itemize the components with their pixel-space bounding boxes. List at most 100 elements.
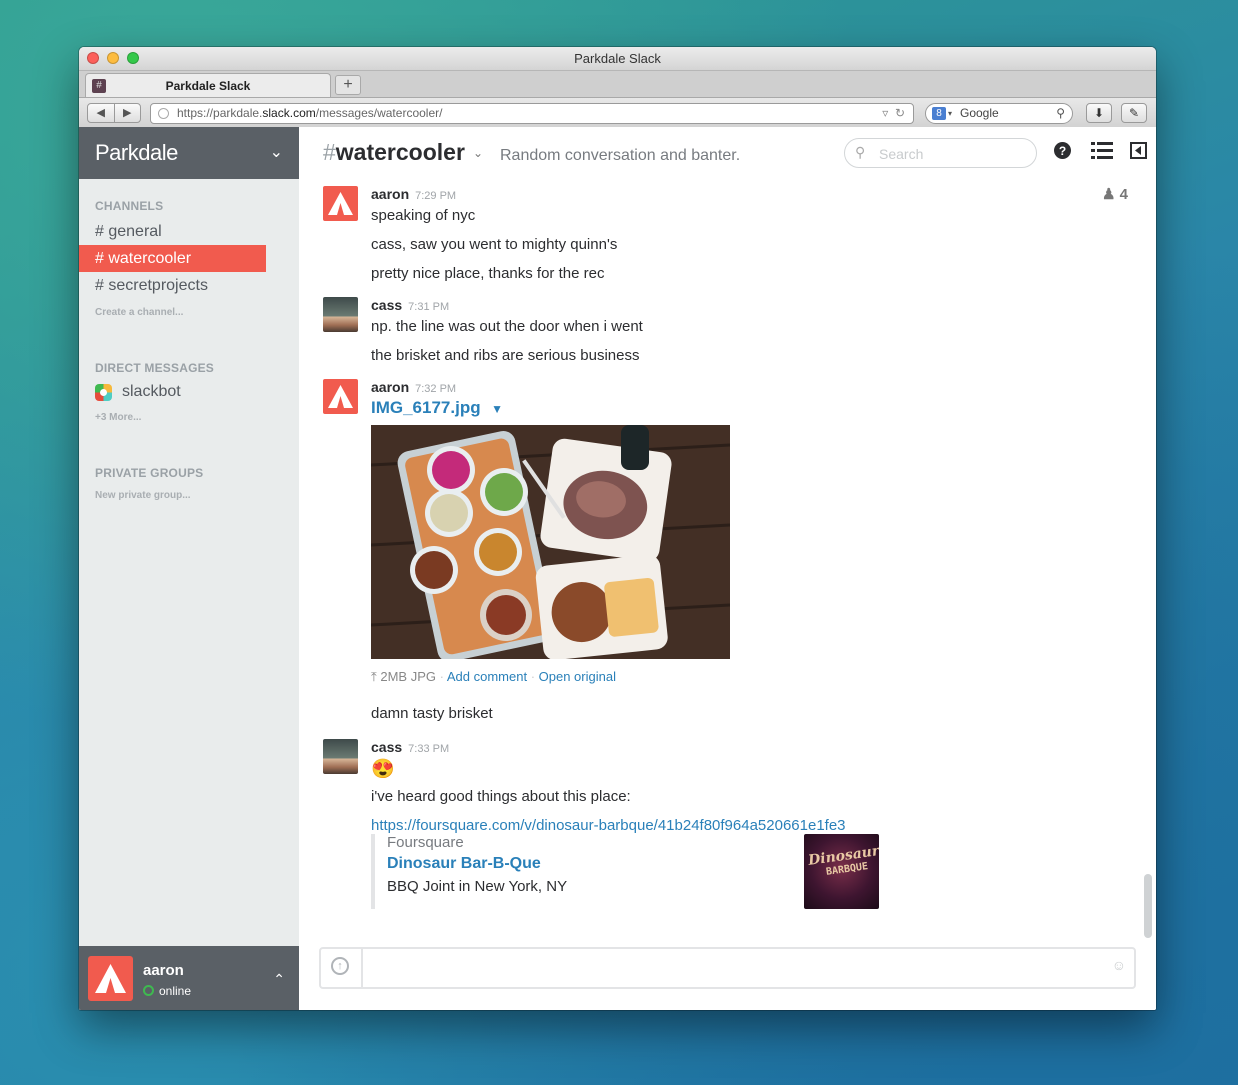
address-bar[interactable]: https://parkdale.slack.com/messages/wate… [150,103,914,124]
message-time[interactable]: 7:32 PM [415,383,456,395]
status-label: online [159,984,192,998]
private-groups-title[interactable]: PRIVATE GROUPS [79,466,203,480]
channel-list: # general # watercooler # secretprojects [79,218,266,299]
wrench-icon: ✎ [1128,106,1140,120]
svg-text:?: ? [1059,144,1066,158]
reload-icon[interactable]: ↻ [895,106,905,120]
sidebar-item-slackbot[interactable]: slackbot [79,379,181,405]
navigation-bar: ◀ ▶ https://parkdale.slack.com/messages/… [79,98,1156,129]
main-panel: #watercooler ⌄ Random conversation and b… [299,127,1156,1010]
downloads-button[interactable]: ⬇ [1086,103,1112,123]
channels-title[interactable]: CHANNELS [79,199,163,213]
browser-search-field[interactable]: 8 ▾ Google ⚲ [925,103,1073,124]
sidebar-item-secretprojects[interactable]: # secretprojects [79,272,266,299]
url-actions: ▿ ↻ [882,104,905,123]
help-icon[interactable]: ? [1054,142,1071,164]
channel-hash: # [323,139,336,165]
file-image-preview[interactable] [370,425,731,662]
nav-buttons: ◀ ▶ [87,103,141,123]
browser-window: Parkdale Slack # Parkdale Slack + ◀ ▶ ht… [79,47,1156,1010]
channel-purpose: Random conversation and banter. [500,147,741,164]
sidebar-item-general[interactable]: # general [79,218,266,245]
online-status-icon [143,985,154,996]
upload-arrow-icon: ↑ [331,957,349,975]
google-icon: 8 [932,107,946,120]
file-menu-caret-icon[interactable]: ▼ [491,402,503,416]
window-title: Parkdale Slack [574,51,661,66]
more-dms-link[interactable]: +3 More... [79,412,141,423]
new-tab-button[interactable]: + [335,75,361,95]
channel-title[interactable]: #watercooler [323,139,465,166]
avatar[interactable] [323,739,358,774]
message-author[interactable]: cass [371,297,402,313]
attachment-thumbnail[interactable]: Dinosaur BARBQUE [804,834,879,909]
message-time[interactable]: 7:33 PM [408,743,449,755]
avatar[interactable] [323,297,358,332]
attachment-text: BBQ Joint in New York, NY [387,878,568,895]
message-scrollbar[interactable] [1144,179,1152,954]
message-time[interactable]: 7:31 PM [408,301,449,313]
channel-header: #watercooler ⌄ Random conversation and b… [299,127,1156,179]
dm-label: slackbot [122,383,181,400]
create-channel-link[interactable]: Create a channel... [79,307,183,318]
team-menu[interactable]: Parkdale ⌄ [79,127,299,179]
message-text: the brisket and ribs are serious busines… [371,347,640,364]
back-icon[interactable]: ◀ [88,104,115,122]
new-private-group-link[interactable]: New private group... [79,490,191,501]
download-arrow-icon: ⬇ [1093,106,1105,120]
tab-bar: # Parkdale Slack + [79,71,1156,98]
upload-circle-icon: ⤒ [371,669,377,684]
team-name: Parkdale [95,140,178,165]
forward-icon[interactable]: ▶ [115,104,141,122]
avatar[interactable] [323,186,358,221]
foursquare-link[interactable]: https://foursquare.com/v/dinosaur-barbqu… [371,817,846,834]
message-text: i've heard good things about this place: [371,788,631,805]
current-user-menu[interactable]: aaron online ⌃ [79,946,299,1010]
message-body: cass 7:31 PM np. the line was out the doo… [371,297,643,364]
chevron-down-icon: ⌄ [269,144,283,161]
slack-app: Parkdale ⌄ CHANNELS # general # watercoo… [79,127,1156,1010]
url-prefix: https://parkdale. [177,106,263,120]
message-text: np. the line was out the door when i wen… [371,318,643,335]
file-name-link[interactable]: IMG_6177.jpg [371,398,481,417]
search-field[interactable]: ⚲ [844,138,1037,168]
slackbot-icon [95,383,112,401]
message-time[interactable]: 7:29 PM [415,190,456,202]
collapse-panel-icon[interactable] [1130,142,1147,164]
message-author[interactable]: aaron [371,379,409,395]
bookmark-arrow-icon[interactable]: ▿ [882,106,888,120]
magnifier-icon[interactable]: ⚲ [1056,104,1065,123]
link-attachment: Foursquare Dinosaur Bar-B-Que BBQ Joint … [371,834,787,909]
list-icon[interactable] [1091,142,1113,164]
user-name: aaron [143,962,184,979]
engine-dropdown-icon[interactable]: ▾ [948,104,952,123]
add-comment-link[interactable]: Add comment [447,669,527,684]
attachment-title-link[interactable]: Dinosaur Bar-B-Que [387,855,787,873]
message-composer: ↑ ☺ [319,947,1136,989]
url-path: /messages/watercooler/ [315,106,443,120]
open-original-link[interactable]: Open original [539,669,616,684]
avatar[interactable] [323,379,358,414]
emoji-smiley-icon[interactable]: ☺ [1112,957,1126,973]
avatar-a-icon [95,964,126,993]
channel-menu-chevron-icon[interactable]: ⌄ [473,146,483,160]
message-author[interactable]: cass [371,739,402,755]
search-input[interactable] [877,145,1021,163]
message-body: aaron 7:29 PM speaking of nyc cass, saw y… [371,186,617,282]
bbq-photo-image [370,425,731,662]
dm-title[interactable]: DIRECT MESSAGES [79,361,214,375]
file-size-type: 2MB JPG [380,669,436,684]
url-domain: slack.com [262,106,316,120]
avatar [88,956,133,1001]
upload-button[interactable]: ↑ [321,949,363,987]
tab-title: Parkdale Slack [165,79,251,93]
avatar-a-icon [328,385,353,408]
sidebar: Parkdale ⌄ CHANNELS # general # watercoo… [79,127,299,1010]
scrollbar-thumb[interactable] [1144,874,1152,938]
tools-button[interactable]: ✎ [1121,103,1147,123]
message-author[interactable]: aaron [371,186,409,202]
title-bar: Parkdale Slack [79,47,1156,71]
message-input[interactable] [373,955,1094,983]
sidebar-item-watercooler[interactable]: # watercooler [79,245,266,272]
browser-tab[interactable]: # Parkdale Slack [85,73,331,97]
